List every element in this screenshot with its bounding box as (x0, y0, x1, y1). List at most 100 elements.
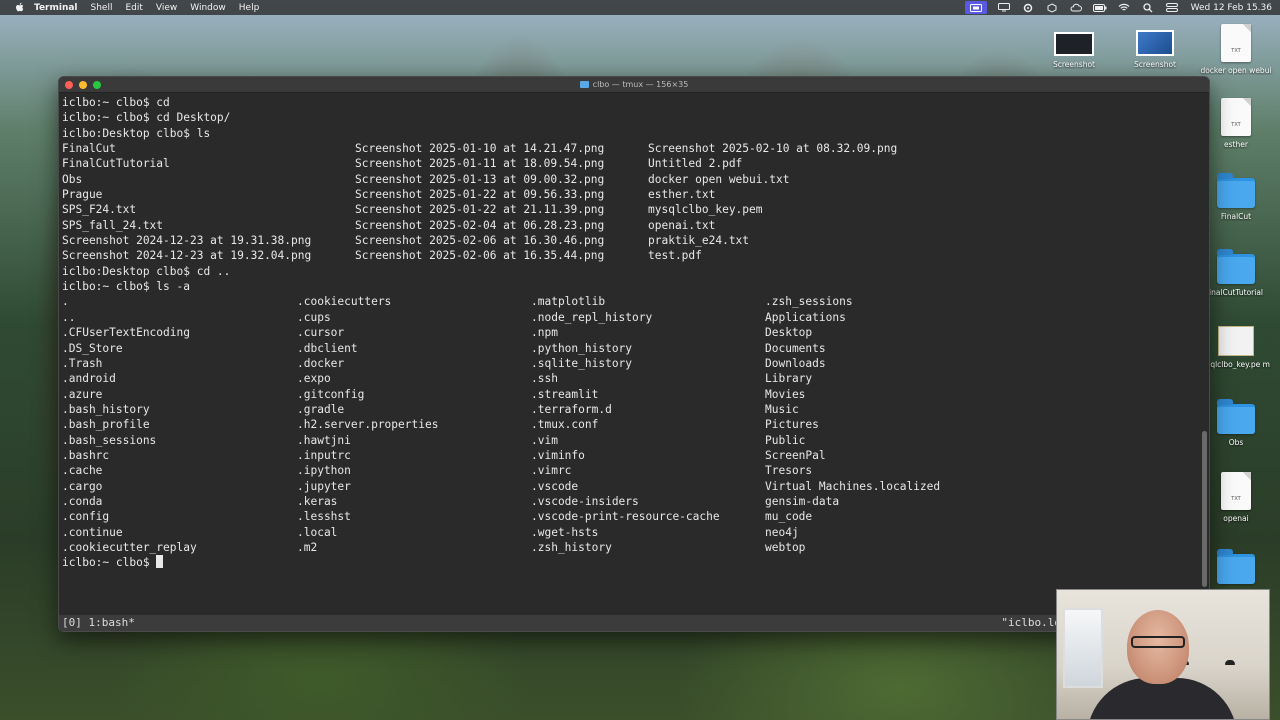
terminal-line: iclbo:Desktop clbo$ cd .. (62, 264, 1202, 279)
terminal-window[interactable]: clbo — tmux — 156×35 iclbo:~ clbo$ cd icl… (58, 76, 1210, 632)
screenshot-thumbnail-icon (1054, 32, 1094, 56)
terminal-entry: SPS_F24.txt (62, 203, 137, 217)
tmux-host-label: "iclbo.lo (1001, 616, 1061, 629)
menu-edit[interactable]: Edit (125, 3, 142, 13)
terminal-cursor (156, 555, 164, 569)
screen-record-icon[interactable] (964, 1, 987, 14)
terminal-entry: .Trash (62, 356, 103, 370)
terminal-entry: Screenshot 2024-12-23 at 19.31.38.png (62, 234, 312, 248)
terminal-entry: .dbclient (297, 341, 358, 355)
terminal-entry: .m2 (297, 540, 318, 554)
menu-app-terminal[interactable]: Terminal (34, 3, 78, 13)
terminal-output[interactable]: iclbo:~ clbo$ cd iclbo:~ clbo$ cd Desktop… (62, 95, 1202, 615)
window-titlebar[interactable]: clbo — tmux — 156×35 (59, 77, 1209, 93)
menu-window[interactable]: Window (190, 3, 226, 13)
text-document-icon: TXT (1221, 98, 1251, 136)
menu-view[interactable]: View (156, 3, 177, 13)
terminal-entry: Downloads (765, 356, 826, 370)
terminal-line: iclbo:~ clbo$ cd (62, 95, 1202, 110)
terminal-entry: .tmux.conf (531, 418, 599, 432)
terminal-line: Screenshot 2024-12-23 at 19.31.38.png Scr… (62, 233, 1202, 248)
terminal-entry: .cookiecutters (297, 295, 392, 309)
terminal-entry: Screenshot 2025-01-13 at 09.00.32.png (355, 172, 605, 186)
doc-ext-label: TXT (1231, 122, 1241, 128)
terminal-prompt-line[interactable]: iclbo:~ clbo$ (62, 555, 1202, 570)
menu-bar: Terminal Shell Edit View Window Help Wed… (0, 0, 1280, 15)
terminal-entry: .ipython (297, 464, 351, 478)
terminal-entry: .cache (62, 464, 103, 478)
terminal-entry: .python_history (531, 341, 633, 355)
text-document-icon: TXT (1221, 472, 1251, 510)
terminal-entry: .vim (531, 433, 558, 447)
terminal-entry: .vimrc (531, 464, 572, 478)
terminal-entry: FinalCutTutorial (62, 157, 170, 171)
terminal-entry: .config (62, 510, 110, 524)
status-area: Wed 12 Feb 15.36 (964, 0, 1272, 15)
terminal-entry: .gradle (297, 402, 345, 416)
terminal-entry: Screenshot 2025-01-10 at 14.21.47.png (355, 142, 605, 156)
terminal-entry: .bashrc (62, 448, 110, 462)
terminal-entry: mysqlclbo_key.pem (648, 203, 763, 217)
menu-clock[interactable]: Wed 12 Feb 15.36 (1191, 3, 1272, 13)
terminal-entry: esther.txt (648, 188, 716, 202)
terminal-line: iclbo:Desktop clbo$ ls (62, 126, 1202, 141)
menu-help[interactable]: Help (239, 3, 260, 13)
settings-gear-icon[interactable] (1021, 3, 1035, 13)
terminal-line: FinalCut Screenshot 2025-01-10 at 14.21.4… (62, 141, 1202, 156)
window-title: clbo — tmux — 156×35 (59, 80, 1209, 89)
folder-icon (579, 81, 589, 88)
terminal-entry: Screenshot 2025-01-22 at 21.11.39.png (355, 203, 605, 217)
terminal-entry: Screenshot 2025-02-06 at 16.30.46.png (355, 234, 605, 248)
terminal-line: .bash_history .gradle .terraform.d Music (62, 402, 1202, 417)
window-title-text: clbo — tmux — 156×35 (592, 80, 689, 89)
certificate-icon (1218, 326, 1254, 356)
terminal-line: .bash_sessions .hawtjni .vim Public (62, 433, 1202, 448)
control-center-icon[interactable] (1165, 3, 1179, 13)
terminal-entry: .CFUserTextEncoding (62, 326, 190, 340)
desktop-icon-label: docker open webui (1200, 66, 1272, 75)
terminal-entry: .docker (297, 356, 345, 370)
webcam-overlay (1056, 589, 1270, 720)
desktop-icon-screenshot-2[interactable]: Screenshot (1115, 30, 1195, 69)
cloud-icon[interactable] (1069, 3, 1083, 13)
desktop-icon-docker-open-webui[interactable]: TXT docker open webui (1196, 24, 1276, 75)
battery-icon[interactable] (1092, 3, 1107, 13)
terminal-line: .bash_profile .h2.server.properties .tmux.… (62, 417, 1202, 432)
terminal-line: Prague Screenshot 2025-01-22 at 09.56.33.… (62, 187, 1202, 202)
terminal-entry: Screenshot 2025-01-22 at 09.56.33.png (355, 188, 605, 202)
terminal-entry: .jupyter (297, 479, 351, 493)
tmux-window-list[interactable]: [0] 1:bash* (62, 616, 135, 629)
webcam-person-body (1087, 678, 1237, 719)
terminal-line: .conda .keras .vscode-insiders gensim-data (62, 494, 1202, 509)
spotlight-search-icon[interactable] (1141, 2, 1155, 13)
terminal-entry: .sqlite_history (531, 356, 633, 370)
terminal-entry: Pictures (765, 418, 819, 432)
terminal-entry: Untitled 2.pdf (648, 157, 743, 171)
terminal-entry: Music (765, 402, 799, 416)
apple-menu-icon[interactable] (12, 2, 26, 13)
terminal-entry: iclbo:~ clbo$ ls -a (62, 280, 190, 294)
terminal-entry: .vscode-print-resource-cache (531, 510, 720, 524)
terminal-line: .android .expo .ssh Library (62, 371, 1202, 386)
terminal-entry: .gitconfig (297, 387, 365, 401)
terminal-entry: mu_code (765, 510, 813, 524)
menu-shell[interactable]: Shell (91, 3, 113, 13)
terminal-entry: Obs (62, 172, 83, 186)
terminal-entry: Movies (765, 387, 806, 401)
terminal-entry: Tresors (765, 464, 813, 478)
cube-icon[interactable] (1045, 2, 1059, 13)
terminal-entry: .keras (297, 494, 338, 508)
desktop-icon-screenshot-1[interactable]: Screenshot (1034, 32, 1114, 69)
terminal-entry: praktik_e24.txt (648, 234, 750, 248)
terminal-entry: Screenshot 2025-02-04 at 06.28.23.png (355, 218, 605, 232)
terminal-line: .cookiecutter_replay .m2 .zsh_history webto… (62, 540, 1202, 555)
terminal-prompt: iclbo:~ clbo$ (62, 556, 157, 570)
wifi-icon[interactable] (1117, 3, 1131, 13)
terminal-entry: .conda (62, 494, 103, 508)
folder-icon (1217, 173, 1255, 208)
terminal-entry: .wget-hsts (531, 525, 599, 539)
doc-ext-label: TXT (1231, 48, 1241, 54)
terminal-entry: .lesshst (297, 510, 351, 524)
display-icon[interactable] (997, 3, 1011, 13)
terminal-scrollbar[interactable] (1202, 431, 1207, 587)
